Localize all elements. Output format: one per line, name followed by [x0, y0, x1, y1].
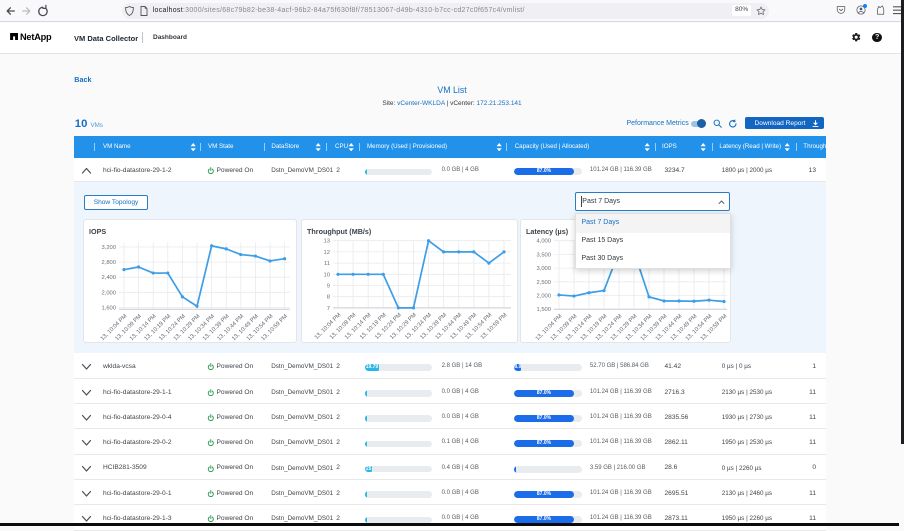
svg-text:7: 7: [327, 306, 330, 312]
svg-text:12: 12: [324, 250, 330, 256]
svg-text:1,600: 1,600: [101, 305, 116, 311]
svg-text:8: 8: [327, 295, 330, 301]
svg-text:2,400: 2,400: [101, 275, 116, 281]
svg-text:2,800: 2,800: [101, 260, 116, 266]
svg-text:13: 13: [324, 239, 330, 245]
svg-text:2,500: 2,500: [536, 280, 551, 286]
svg-text:3,500: 3,500: [536, 252, 551, 258]
svg-text:2,000: 2,000: [536, 294, 551, 300]
svg-text:1,500: 1,500: [536, 307, 551, 313]
svg-text:2,000: 2,000: [101, 290, 116, 296]
svg-text:9: 9: [327, 284, 330, 290]
svg-text:4,000: 4,000: [536, 239, 551, 245]
svg-text:3,200: 3,200: [101, 245, 116, 251]
svg-text:10: 10: [324, 272, 330, 278]
svg-text:3,000: 3,000: [536, 266, 551, 272]
svg-text:11: 11: [324, 261, 330, 267]
